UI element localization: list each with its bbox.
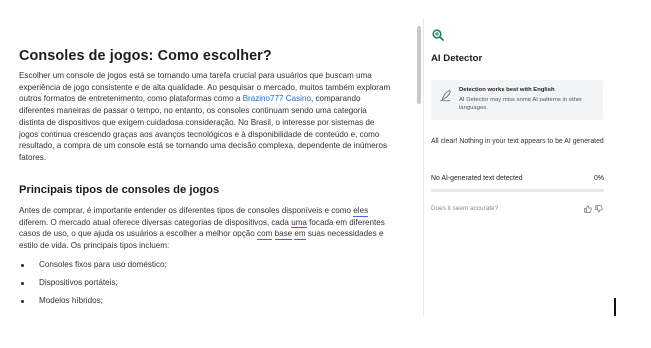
list-item: Dispositivos portáteis; xyxy=(19,277,319,289)
document-scrollbar-thumb[interactable] xyxy=(417,26,421,104)
bullet-marker xyxy=(21,299,24,303)
detection-result-row: No AI-generated text detected 0% xyxy=(431,174,604,184)
paragraph-text: , comparando diferentes maneiras de pass… xyxy=(19,94,388,162)
section-heading: Principais tipos de consoles de jogos xyxy=(19,184,220,196)
list-item: Consoles fixos para uso doméstico; xyxy=(19,259,319,271)
suggestion-word[interactable]: uma xyxy=(291,217,307,229)
panel-divider xyxy=(423,18,424,316)
pen-icon xyxy=(440,90,451,102)
feedback-question: Does it seem accurate? xyxy=(431,205,499,212)
types-paragraph: Antes de comprar, é importante entender … xyxy=(19,205,391,252)
info-heading: Detection works best with English xyxy=(459,87,555,93)
feedback-row: Does it seem accurate? xyxy=(431,204,604,214)
language-info-box: Detection works best with English AI Det… xyxy=(431,80,603,120)
text-cursor xyxy=(614,298,616,316)
panel-title: AI Detector xyxy=(431,53,483,64)
result-label: No AI-generated text detected xyxy=(431,175,523,182)
thumbs-up-icon[interactable] xyxy=(584,205,592,213)
suggestion-word[interactable]: eles xyxy=(353,206,369,217)
casino-link[interactable]: Brazino777 Casino xyxy=(243,94,311,103)
paragraph-text: diferem. O mercado atual oferece diversa… xyxy=(19,217,292,227)
suggestion-word[interactable]: base xyxy=(274,229,293,240)
list-item-text: Dispositivos portáteis; xyxy=(39,278,118,287)
result-percentage: 0% xyxy=(594,175,604,182)
bullet-marker xyxy=(21,281,24,285)
info-body: AI Detector may miss some AI patterns in… xyxy=(459,97,583,112)
bullet-marker xyxy=(21,263,24,267)
list-item: Modelos híbridos; xyxy=(19,295,319,307)
ai-detector-magnifier-icon xyxy=(432,29,444,41)
list-item-text: Consoles fixos para uso doméstico; xyxy=(39,260,167,269)
intro-paragraph: Escolher um console de jogos está se tor… xyxy=(19,70,391,164)
detection-verdict: All clear! Nothing in your text appears … xyxy=(431,138,604,145)
thumbs-down-icon[interactable] xyxy=(595,205,603,213)
paragraph-text: Antes de comprar, é importante entender … xyxy=(19,206,354,215)
suggestion-word[interactable]: com xyxy=(257,229,273,240)
detection-progress-bar xyxy=(431,189,604,192)
suggestion-word[interactable]: em xyxy=(294,229,306,240)
page-title: Consoles de jogos: Como escolher? xyxy=(19,48,272,64)
list-item-text: Modelos híbridos; xyxy=(39,296,103,305)
